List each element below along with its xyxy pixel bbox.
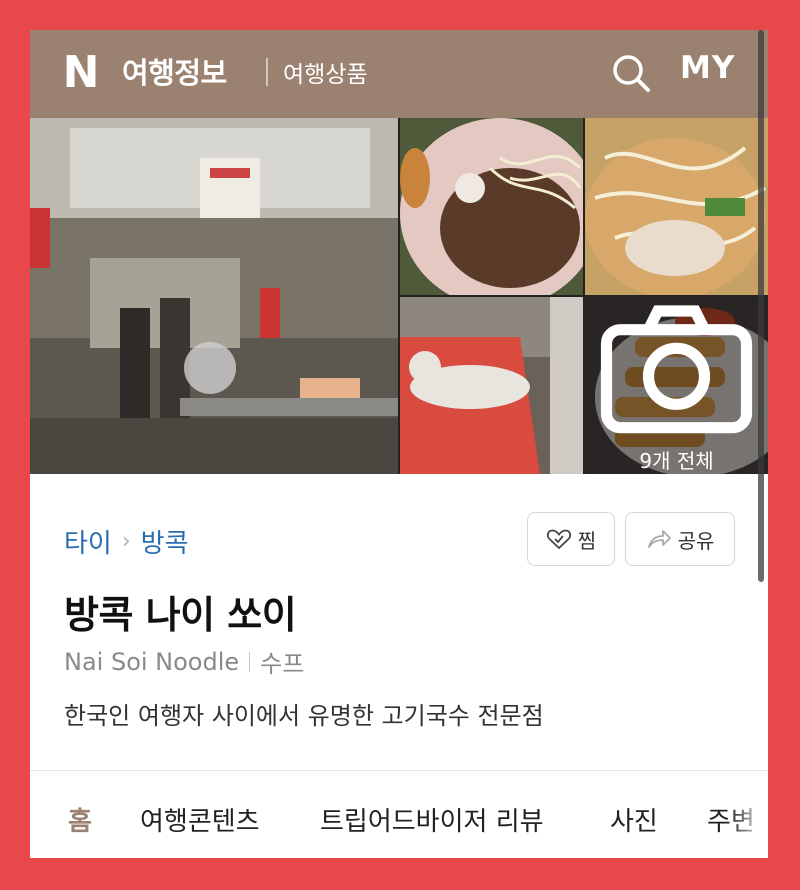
photo-count-label: 9개 전체 (639, 449, 714, 473)
tab-tripadvisor-reviews[interactable]: 트립어드바이저 리뷰 (320, 801, 544, 838)
noodle-soup-image (585, 118, 768, 295)
search-button[interactable] (610, 52, 652, 94)
view-all-photos-overlay[interactable]: 9개 전체 (585, 297, 768, 474)
my-button[interactable]: MY (680, 50, 735, 86)
beef-noodle-bowl-image (400, 118, 583, 295)
place-category: 수프 (260, 650, 305, 678)
share-arrow-icon (647, 530, 671, 548)
breadcrumb: 타이 › 방콕 (64, 523, 189, 560)
gallery-photo-2[interactable] (400, 118, 583, 295)
save-button[interactable]: 찜 (527, 512, 615, 566)
heart-check-icon (546, 529, 571, 550)
gallery-photo-5[interactable]: 9개 전체 (585, 297, 768, 474)
gallery-photo-main[interactable] (30, 118, 398, 474)
tabs-fade (728, 771, 768, 858)
scrollbar[interactable] (758, 30, 764, 582)
header-divider (266, 58, 268, 86)
share-button[interactable]: 공유 (625, 512, 735, 566)
travel-products-link[interactable]: 여행상품 (283, 55, 368, 89)
breadcrumb-city[interactable]: 방콕 (141, 523, 189, 560)
chevron-right-icon: › (121, 529, 131, 554)
tab-home[interactable]: 홈 (68, 801, 92, 838)
restaurant-storefront-image (30, 118, 398, 474)
place-description: 한국인 여행자 사이에서 유명한 고기국수 전문점 (64, 702, 544, 730)
place-title: 방콕 나이 쏘이 (64, 593, 297, 637)
subline-divider (249, 651, 251, 672)
content-tabs: 홈 여행콘텐츠 트립어드바이저 리뷰 사진 주변 (30, 771, 768, 858)
service-title[interactable]: 여행정보 (122, 50, 227, 92)
cat-on-chair-image (400, 297, 583, 474)
photo-gallery: 9개 전체 (30, 118, 768, 474)
gallery-photo-4[interactable] (400, 297, 583, 474)
top-header: N 여행정보 여행상품 MY (30, 30, 768, 118)
tab-photos[interactable]: 사진 (610, 801, 658, 838)
gallery-photo-3[interactable] (585, 118, 768, 295)
tab-travel-content[interactable]: 여행콘텐츠 (140, 801, 260, 838)
camera-icon (600, 305, 753, 434)
place-english-name: Nai Soi Noodle (64, 647, 240, 676)
save-label: 찜 (577, 528, 597, 553)
place-subline: Nai Soi Noodle 수프 (64, 644, 304, 679)
breadcrumb-country[interactable]: 타이 (64, 523, 112, 560)
naver-logo[interactable]: N (62, 51, 100, 95)
search-icon (613, 55, 650, 92)
share-label: 공유 (677, 528, 715, 553)
app-screen: N 여행정보 여행상품 MY 9개 전체 타이 › 방콕 찜 공유 방콕 나이 … (30, 30, 768, 858)
